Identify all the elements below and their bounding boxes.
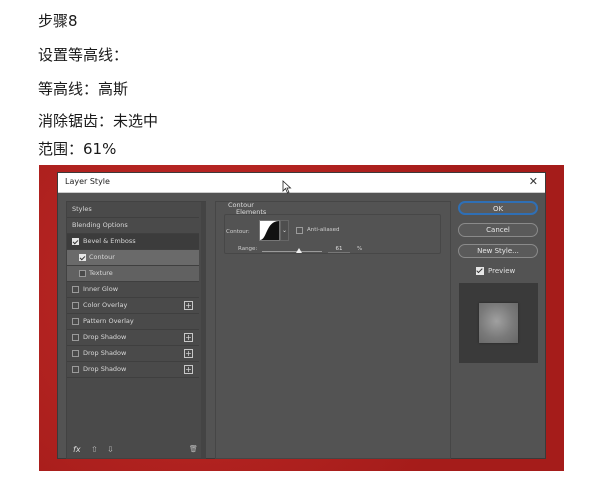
mouse-cursor-icon	[282, 180, 292, 194]
contour-dropdown-button[interactable]: ⌄	[280, 220, 289, 241]
inner-glow-label: Inner Glow	[83, 285, 119, 293]
ok-button[interactable]: OK	[458, 201, 538, 215]
pattern-overlay-checkbox[interactable]	[72, 318, 79, 325]
drop-shadow-checkbox[interactable]	[72, 366, 79, 373]
close-icon[interactable]: ✕	[529, 175, 538, 189]
color-overlay-item[interactable]: Color Overlay +	[67, 298, 199, 314]
texture-checkbox[interactable]	[79, 270, 86, 277]
move-up-icon[interactable]: ⇧	[91, 445, 98, 454]
styles-scrollbar[interactable]	[201, 202, 206, 458]
anti-aliased-label: Anti-aliased	[307, 227, 340, 233]
preview-checkbox[interactable]	[476, 267, 484, 275]
trash-icon[interactable]: 🗑	[189, 445, 198, 453]
drop-shadow-checkbox[interactable]	[72, 350, 79, 357]
styles-label: Styles	[72, 205, 92, 213]
styles-header[interactable]: Styles	[67, 202, 199, 218]
pattern-overlay-item[interactable]: Pattern Overlay	[67, 314, 199, 330]
range-label: Range:	[238, 246, 258, 252]
contour-setting-caption: 设置等高线：	[38, 46, 129, 64]
styles-list-panel: Styles Blending Options Bevel & Emboss C…	[66, 201, 206, 459]
contour-type-caption: 等高线：高斯	[38, 80, 129, 98]
preview-swatch	[479, 303, 518, 343]
inner-glow-checkbox[interactable]	[72, 286, 79, 293]
drop-shadow-checkbox[interactable]	[72, 334, 79, 341]
elements-group-title: Elements	[236, 208, 267, 216]
blending-options-label: Blending Options	[72, 221, 128, 229]
range-slider-handle[interactable]	[295, 248, 302, 253]
contour-item[interactable]: Contour	[67, 250, 199, 266]
color-overlay-label: Color Overlay	[83, 301, 128, 309]
dialog-title: Layer Style	[65, 177, 110, 186]
pattern-overlay-label: Pattern Overlay	[83, 317, 134, 325]
texture-item[interactable]: Texture	[67, 266, 199, 282]
layer-style-dialog: Layer Style ✕ Styles Blending Options Be…	[57, 172, 546, 459]
move-down-icon[interactable]: ⇩	[107, 445, 114, 454]
bevel-emboss-label: Bevel & Emboss	[83, 237, 136, 245]
contour-settings-panel: Contour Elements Contour: ⌄ Anti-aliased…	[215, 201, 451, 459]
texture-label: Texture	[89, 269, 113, 277]
drop-shadow-item[interactable]: Drop Shadow +	[67, 330, 199, 346]
range-unit: %	[357, 246, 363, 252]
range-caption: 范围：61%	[38, 140, 117, 158]
range-value-input[interactable]: 61	[328, 246, 350, 253]
bevel-emboss-item[interactable]: Bevel & Emboss	[67, 234, 199, 250]
drop-shadow-item[interactable]: Drop Shadow +	[67, 362, 199, 378]
anti-alias-caption: 消除锯齿：未选中	[38, 112, 159, 130]
gaussian-curve-icon	[260, 221, 279, 240]
drop-shadow-label: Drop Shadow	[83, 349, 127, 357]
new-style-button[interactable]: New Style...	[458, 244, 538, 258]
range-slider-track[interactable]	[262, 251, 322, 252]
drop-shadow-label: Drop Shadow	[83, 333, 127, 341]
add-drop-shadow-icon[interactable]: +	[184, 349, 193, 358]
contour-item-label: Contour	[89, 253, 115, 261]
contour-checkbox[interactable]	[79, 254, 86, 261]
contour-curve-thumbnail[interactable]	[259, 220, 280, 241]
inner-glow-item[interactable]: Inner Glow	[67, 282, 199, 298]
blending-options-item[interactable]: Blending Options	[67, 218, 199, 234]
cancel-button[interactable]: Cancel	[458, 223, 538, 237]
color-overlay-checkbox[interactable]	[72, 302, 79, 309]
contour-field-label: Contour:	[226, 229, 250, 235]
anti-aliased-checkbox[interactable]	[296, 227, 303, 234]
bevel-emboss-checkbox[interactable]	[72, 238, 79, 245]
fx-icon[interactable]: fx	[73, 445, 81, 454]
add-color-overlay-icon[interactable]: +	[184, 301, 193, 310]
styles-bottom-toolbar: fx ⇧ ⇩ 🗑	[71, 445, 201, 457]
drop-shadow-label: Drop Shadow	[83, 365, 127, 373]
add-drop-shadow-icon[interactable]: +	[184, 365, 193, 374]
style-preview-thumbnail	[459, 283, 538, 363]
add-drop-shadow-icon[interactable]: +	[184, 333, 193, 342]
dialog-titlebar[interactable]: Layer Style ✕	[58, 173, 545, 194]
drop-shadow-item[interactable]: Drop Shadow +	[67, 346, 199, 362]
step-caption: 步骤8	[38, 12, 78, 30]
preview-label: Preview	[488, 267, 516, 275]
